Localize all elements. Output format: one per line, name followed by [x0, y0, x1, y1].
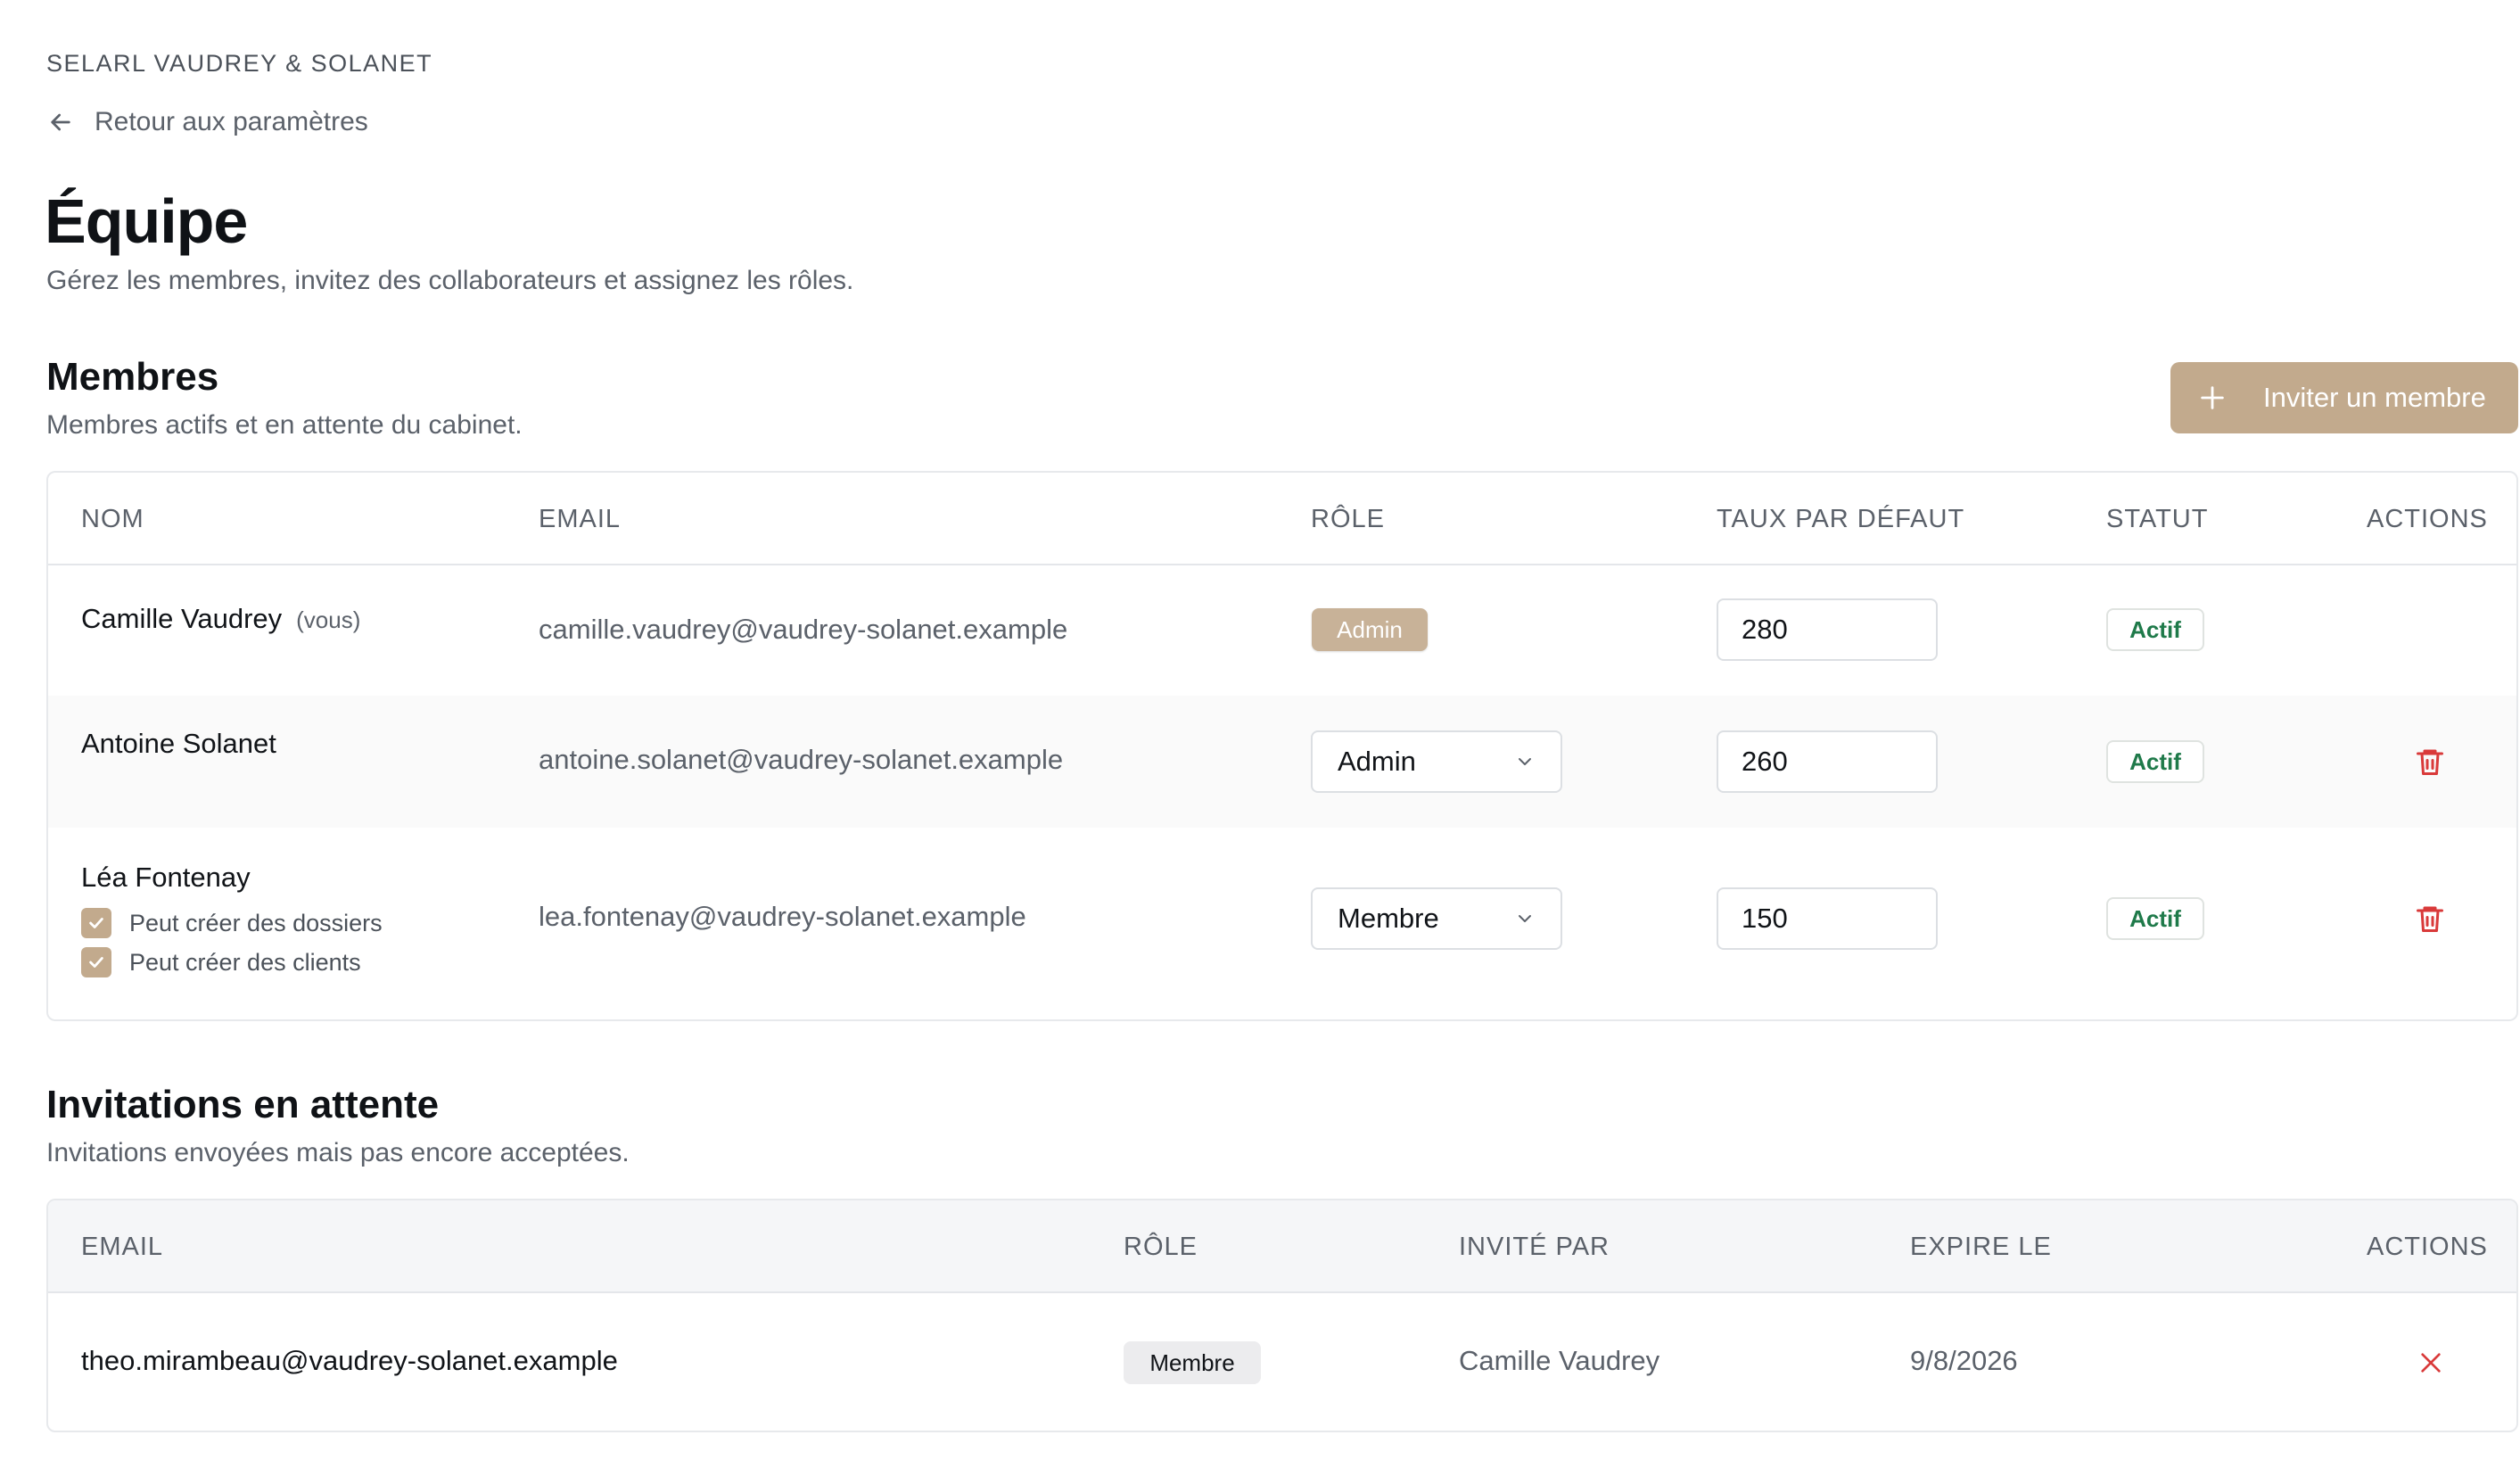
role-badge: Admin: [1312, 608, 1428, 651]
default-rate-input[interactable]: [1717, 887, 1938, 950]
col-header-actions: ACTIONS: [2367, 1233, 2488, 1261]
members-table: NOM EMAIL RÔLE TAUX PAR DÉFAUT STATUT AC…: [46, 471, 2518, 1021]
check-icon: [89, 918, 103, 928]
member-name: Camille Vaudrey (vous): [81, 603, 360, 635]
invitations-table: EMAIL RÔLE INVITÉ PAR EXPIRE LE ACTIONS …: [46, 1199, 2518, 1432]
status-badge: Actif: [2106, 740, 2204, 783]
x-icon[interactable]: [2417, 1348, 2445, 1377]
col-header-actions: ACTIONS: [2367, 505, 2488, 533]
members-section-subtitle: Membres actifs et en attente du cabinet.: [46, 410, 523, 440]
trash-icon[interactable]: [2414, 902, 2446, 936]
col-header-rate: TAUX PAR DÉFAUT: [1717, 505, 1965, 533]
members-section-title: Membres: [46, 355, 219, 399]
firm-name: SELARL VAUDREY & SOLANET: [46, 50, 433, 77]
status-badge: Actif: [2106, 608, 2204, 651]
plus-icon: [2201, 386, 2224, 409]
permission-create-cases[interactable]: Peut créer des dossiers: [81, 908, 383, 938]
chevron-down-icon: [1519, 758, 1531, 765]
invitations-section-title: Invitations en attente: [46, 1083, 440, 1126]
table-row: theo.mirambeau@vaudrey-solanet.example M…: [48, 1293, 2516, 1431]
checkbox-checked[interactable]: [81, 947, 111, 977]
member-name-text: Camille Vaudrey: [81, 603, 283, 634]
table-row: Antoine Solanet antoine.solanet@vaudrey-…: [48, 696, 2516, 828]
default-rate-input[interactable]: [1717, 598, 1938, 661]
invitations-section-subtitle: Invitations envoyées mais pas encore acc…: [46, 1138, 630, 1167]
member-email: camille.vaudrey@vaudrey-solanet.example: [539, 614, 1068, 645]
table-row: Camille Vaudrey (vous) camille.vaudrey@va…: [48, 565, 2516, 696]
col-header-name: NOM: [81, 505, 144, 533]
check-icon: [89, 957, 103, 968]
chevron-down-icon: [1519, 915, 1531, 922]
invited-by: Camille Vaudrey: [1459, 1345, 1660, 1376]
trash-icon[interactable]: [2414, 745, 2446, 779]
col-header-role: RÔLE: [1311, 505, 1385, 533]
role-select-value: Membre: [1338, 903, 1439, 934]
members-table-header: NOM EMAIL RÔLE TAUX PAR DÉFAUT STATUT AC…: [48, 473, 2516, 565]
page-subtitle: Gérez les membres, invitez des collabora…: [46, 266, 854, 295]
expiry-date: 9/8/2026: [1910, 1345, 2018, 1376]
permission-label: Peut créer des clients: [129, 948, 361, 976]
page-title: Équipe: [45, 186, 248, 256]
role-select[interactable]: Admin: [1311, 730, 1562, 793]
member-email: antoine.solanet@vaudrey-solanet.example: [539, 744, 1064, 775]
role-select[interactable]: Membre: [1311, 887, 1562, 950]
col-header-invited-by: INVITÉ PAR: [1459, 1233, 1610, 1261]
role-select-value: Admin: [1338, 746, 1416, 777]
back-to-settings-link[interactable]: Retour aux paramètres: [46, 107, 368, 137]
checkbox-checked[interactable]: [81, 908, 111, 938]
member-email: lea.fontenay@vaudrey-solanet.example: [539, 901, 1026, 932]
invite-member-label: Inviter un membre: [2263, 382, 2486, 413]
arrow-left-icon: [51, 113, 70, 131]
invitations-table-header: EMAIL RÔLE INVITÉ PAR EXPIRE LE ACTIONS: [48, 1200, 2516, 1293]
default-rate-input[interactable]: [1717, 730, 1938, 793]
role-badge: Membre: [1124, 1341, 1261, 1384]
member-name: Antoine Solanet: [81, 728, 276, 759]
invite-member-button[interactable]: Inviter un membre: [2170, 362, 2518, 433]
status-badge: Actif: [2106, 897, 2204, 940]
permission-create-clients[interactable]: Peut créer des clients: [81, 947, 361, 977]
you-tag: (vous): [296, 606, 361, 633]
back-link-label: Retour aux paramètres: [95, 107, 368, 136]
col-header-email: EMAIL: [81, 1233, 164, 1261]
member-name: Léa Fontenay: [81, 862, 251, 893]
col-header-role: RÔLE: [1124, 1233, 1198, 1261]
table-row: Léa Fontenay Peut créer des dossiers Peu…: [48, 828, 2516, 1019]
col-header-email: EMAIL: [539, 505, 622, 533]
col-header-status: STATUT: [2106, 505, 2209, 533]
col-header-expires: EXPIRE LE: [1910, 1233, 2052, 1261]
invitation-email: theo.mirambeau@vaudrey-solanet.example: [81, 1345, 618, 1376]
permission-label: Peut créer des dossiers: [129, 909, 383, 936]
